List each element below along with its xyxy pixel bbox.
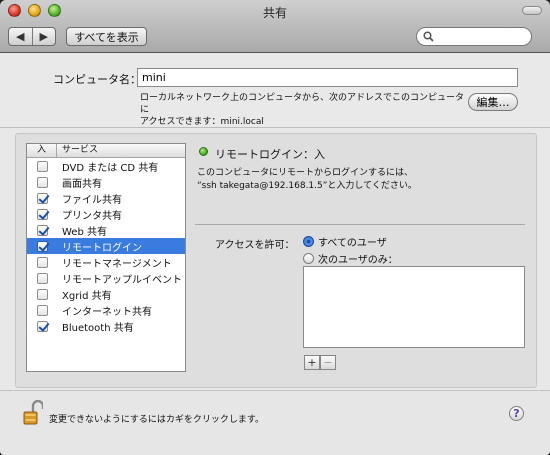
search-icon [423,31,434,42]
add-user-button[interactable]: + [304,355,320,370]
toolbar-toggle-button[interactable] [522,6,542,15]
back-arrow-icon: ◀ [16,30,25,43]
search-input[interactable] [438,29,526,44]
service-row[interactable]: Web 共有 [27,222,185,238]
title-bar: 共有 ◀ ▶ すべてを表示 [0,0,550,53]
service-checkbox-cell [27,240,57,252]
service-checkbox-cell [27,208,57,220]
service-row[interactable]: リモートログイン [27,238,185,254]
service-label: Bluetooth 共有 [62,322,134,334]
back-forward-control: ◀ ▶ [8,27,56,46]
service-row[interactable]: ファイル共有 [27,190,185,206]
service-label: リモートアップルイベント [62,274,182,286]
service-checkbox-cell [27,288,57,300]
service-checkbox-cell [27,176,57,188]
service-checkbox[interactable] [36,208,48,220]
radio-all-users[interactable]: すべてのユーザ [303,234,387,249]
services-list[interactable]: 入 サービス DVD または CD 共有 画面共有ファイル共有 プリンタ共有 Web … [26,143,186,372]
service-checkbox[interactable] [36,304,48,316]
service-label: Web 共有 [62,226,107,238]
remove-user-button[interactable]: − [320,355,336,370]
access-label: アクセスを許可： [215,240,295,251]
service-label: DVD または CD 共有 [62,162,159,174]
search-field[interactable] [416,27,532,46]
forward-button[interactable]: ▶ [31,28,56,45]
service-checkbox[interactable] [36,256,48,268]
services-list-header: 入 サービス [27,144,185,158]
preferences-window: 共有 ◀ ▶ すべてを表示 コンピュータ名： mini ローカルネットワーク上の… [0,0,550,455]
service-checkbox-cell [27,224,57,236]
service-checkbox[interactable] [36,272,48,284]
divider [195,224,525,225]
service-checkbox-cell [27,272,57,284]
service-row[interactable]: インターネット共有 [27,302,185,318]
service-status-text: リモートログイン：入 [215,148,325,161]
edit-button[interactable]: 編集… [468,93,518,111]
service-row[interactable]: 画面共有 [27,174,185,190]
service-label: リモートマネージメント [62,258,172,270]
service-checkbox[interactable] [36,192,48,204]
lock-hint-text: 変更できないようにするにはカギをクリックします。 [49,415,265,425]
service-description-line1: このコンピュータにリモートからログインするには、 [197,168,414,178]
column-header-service[interactable]: サービス [57,144,98,157]
service-checkbox-cell [27,320,57,332]
service-checkbox[interactable] [36,320,48,332]
radio-all-users-label: すべてのユーザ [318,238,387,249]
radio-only-these-users-label: 次のユーザのみ： [318,255,398,266]
service-row[interactable]: リモートマネージメント [27,254,185,270]
column-header-on[interactable]: 入 [27,144,57,157]
service-label: 画面共有 [62,178,102,190]
service-checkbox[interactable] [36,240,48,252]
computer-name-description: ローカルネットワーク上のコンピュータから、次のアドレスでこのコンピュータに アク… [140,92,470,128]
radio-all-users-button[interactable] [303,236,314,247]
radio-only-these-users[interactable]: 次のユーザのみ： [303,251,398,266]
service-label: インターネット共有 [62,306,152,318]
service-row[interactable]: DVD または CD 共有 [27,158,185,174]
service-label: プリンタ共有 [62,210,122,222]
computer-name-description-line1: ローカルネットワーク上のコンピュータから、次のアドレスでこのコンピュータに [140,93,465,115]
service-checkbox[interactable] [36,288,48,300]
service-description: このコンピュータにリモートからログインするには、 “ssh takegata@1… [197,167,517,193]
allowed-users-list[interactable] [303,266,525,348]
service-description-line2: “ssh takegata@192.168.1.5”と入力してください。 [197,181,417,191]
forward-arrow-icon: ▶ [39,30,48,43]
service-label: ファイル共有 [62,194,122,206]
computer-name-field[interactable]: mini [137,68,518,87]
service-checkbox[interactable] [36,160,48,172]
service-row[interactable]: リモートアップルイベント [27,270,185,286]
help-button[interactable]: ? [509,406,524,421]
service-checkbox[interactable] [36,224,48,236]
services-rows: DVD または CD 共有 画面共有ファイル共有 プリンタ共有 Web 共有リモートロ… [27,158,185,334]
service-row[interactable]: プリンタ共有 [27,206,185,222]
computer-name-label: コンピュータ名： [53,73,141,86]
window-title: 共有 [262,6,287,20]
status-indicator-icon [199,147,208,156]
show-all-button[interactable]: すべてを表示 [66,27,147,46]
service-checkbox-cell [27,160,57,172]
service-checkbox-cell [27,192,57,204]
lock-icon[interactable] [23,400,43,426]
service-row[interactable]: Bluetooth 共有 [27,318,185,334]
service-checkbox-cell [27,304,57,316]
service-label: Xgrid 共有 [62,290,112,302]
service-row[interactable]: Xgrid 共有 [27,286,185,302]
service-checkbox-cell [27,256,57,268]
radio-only-these-users-button[interactable] [303,253,314,264]
service-label: リモートログイン [62,242,142,254]
service-checkbox[interactable] [36,176,48,188]
divider [0,127,550,128]
back-button[interactable]: ◀ [9,28,32,45]
